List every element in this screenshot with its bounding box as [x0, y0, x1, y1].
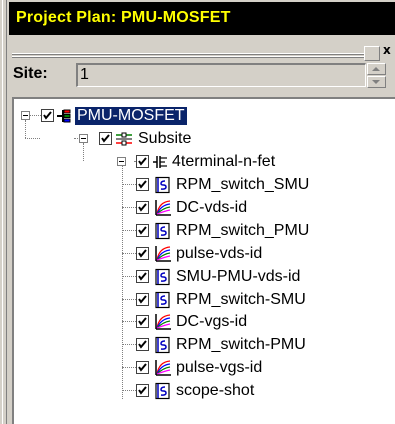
script-icon: [154, 268, 172, 286]
device-checkbox[interactable]: [136, 155, 149, 168]
close-button[interactable]: x: [381, 43, 395, 59]
test-checkbox[interactable]: [136, 361, 149, 375]
test-checkbox[interactable]: [136, 246, 149, 260]
tree-label-test: pulse-vds-id: [176, 244, 263, 262]
test-checkbox[interactable]: [136, 338, 149, 352]
graph-icon: [154, 199, 172, 217]
graph-icon: [154, 313, 172, 331]
tree-label-root: PMU-MOSFET: [75, 107, 187, 125]
test-checkbox[interactable]: [136, 292, 149, 306]
tree-label-test: RPM_switch_PMU: [176, 221, 310, 239]
collapse-toggle[interactable]: [79, 134, 88, 143]
tree-label-test: DC-vds-id: [176, 198, 248, 216]
script-icon: [154, 291, 172, 309]
tree-label-test: SMU-PMU-vds-id: [176, 267, 301, 285]
tree-label-subsite: Subsite: [138, 130, 192, 147]
project-icon: [56, 107, 74, 125]
tree-label-test: pulse-vgs-id: [176, 359, 263, 377]
test-checkbox[interactable]: [136, 200, 149, 214]
tree-label-test: RPM_switch-SMU: [176, 290, 306, 308]
root-checkbox[interactable]: [41, 109, 54, 122]
script-icon: [154, 382, 172, 400]
script-icon: [154, 222, 172, 240]
arrow-up-icon: [372, 67, 380, 71]
tree-label-test: RPM_switch_SMU: [176, 176, 310, 193]
test-checkbox[interactable]: [136, 315, 149, 329]
site-input[interactable]: 1: [76, 63, 366, 87]
test-checkbox[interactable]: [136, 178, 149, 191]
minimize-button[interactable]: [364, 46, 380, 61]
project-tree[interactable]: PMU-MOSFET Subsite 4terminal-n-fet RPM_s…: [12, 97, 395, 424]
transistor-icon: [151, 153, 169, 171]
collapse-toggle[interactable]: [117, 157, 126, 166]
test-checkbox[interactable]: [136, 223, 149, 237]
subsite-icon: [115, 130, 133, 148]
test-checkbox[interactable]: [136, 384, 149, 398]
panel-title: Project Plan: PMU-MOSFET: [16, 9, 231, 26]
script-icon: [154, 336, 172, 354]
site-spin-down-button[interactable]: [367, 76, 386, 88]
tree-label-test: RPM_switch-PMU: [176, 336, 306, 354]
arrow-down-icon: [372, 80, 380, 84]
collapse-toggle[interactable]: [21, 111, 30, 120]
site-spin-up-button[interactable]: [367, 63, 386, 75]
test-checkbox[interactable]: [136, 269, 149, 283]
site-label: Site:: [13, 65, 48, 82]
tree-label-test: scope-shot: [176, 382, 255, 400]
toolbar-grip[interactable]: [12, 53, 364, 58]
subsite-checkbox[interactable]: [99, 132, 112, 145]
tree-label-test: DC-vgs-id: [176, 313, 248, 331]
graph-icon: [154, 359, 172, 377]
graph-icon: [154, 245, 172, 263]
panel-title-bar: Project Plan: PMU-MOSFET: [9, 0, 395, 35]
window-frame: [0, 0, 9, 424]
script-icon: [154, 176, 172, 194]
close-icon: x: [383, 43, 391, 57]
tree-label-device: 4terminal-n-fet: [172, 153, 276, 170]
